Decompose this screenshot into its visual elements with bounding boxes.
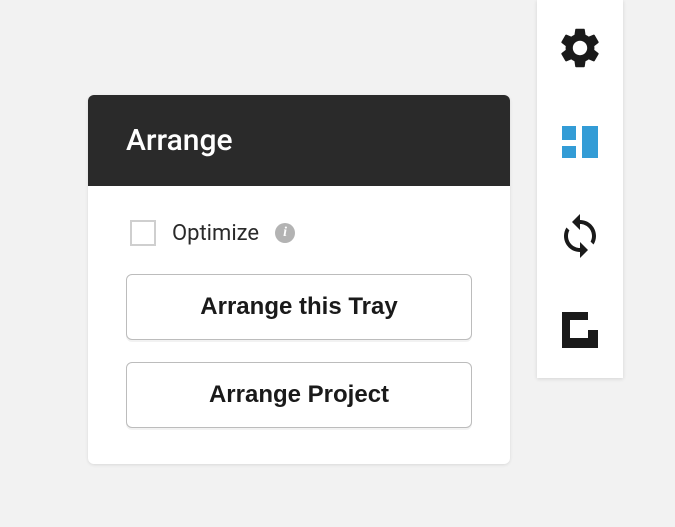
- panel-body: Optimize i Arrange this Tray Arrange Pro…: [88, 186, 510, 464]
- settings-icon[interactable]: [556, 24, 604, 72]
- refresh-icon[interactable]: [556, 212, 604, 260]
- arrange-panel: Arrange Optimize i Arrange this Tray Arr…: [88, 95, 510, 464]
- arrange-this-tray-button[interactable]: Arrange this Tray: [126, 274, 472, 340]
- panel-title: Arrange: [88, 95, 510, 186]
- optimize-label: Optimize: [172, 221, 259, 246]
- arrange-icon[interactable]: [556, 118, 604, 166]
- arrange-project-button[interactable]: Arrange Project: [126, 362, 472, 428]
- info-icon[interactable]: i: [275, 223, 295, 243]
- optimize-checkbox[interactable]: [130, 220, 156, 246]
- optimize-row: Optimize i: [130, 220, 472, 246]
- export-icon[interactable]: [556, 306, 604, 354]
- right-sidebar: [537, 0, 623, 378]
